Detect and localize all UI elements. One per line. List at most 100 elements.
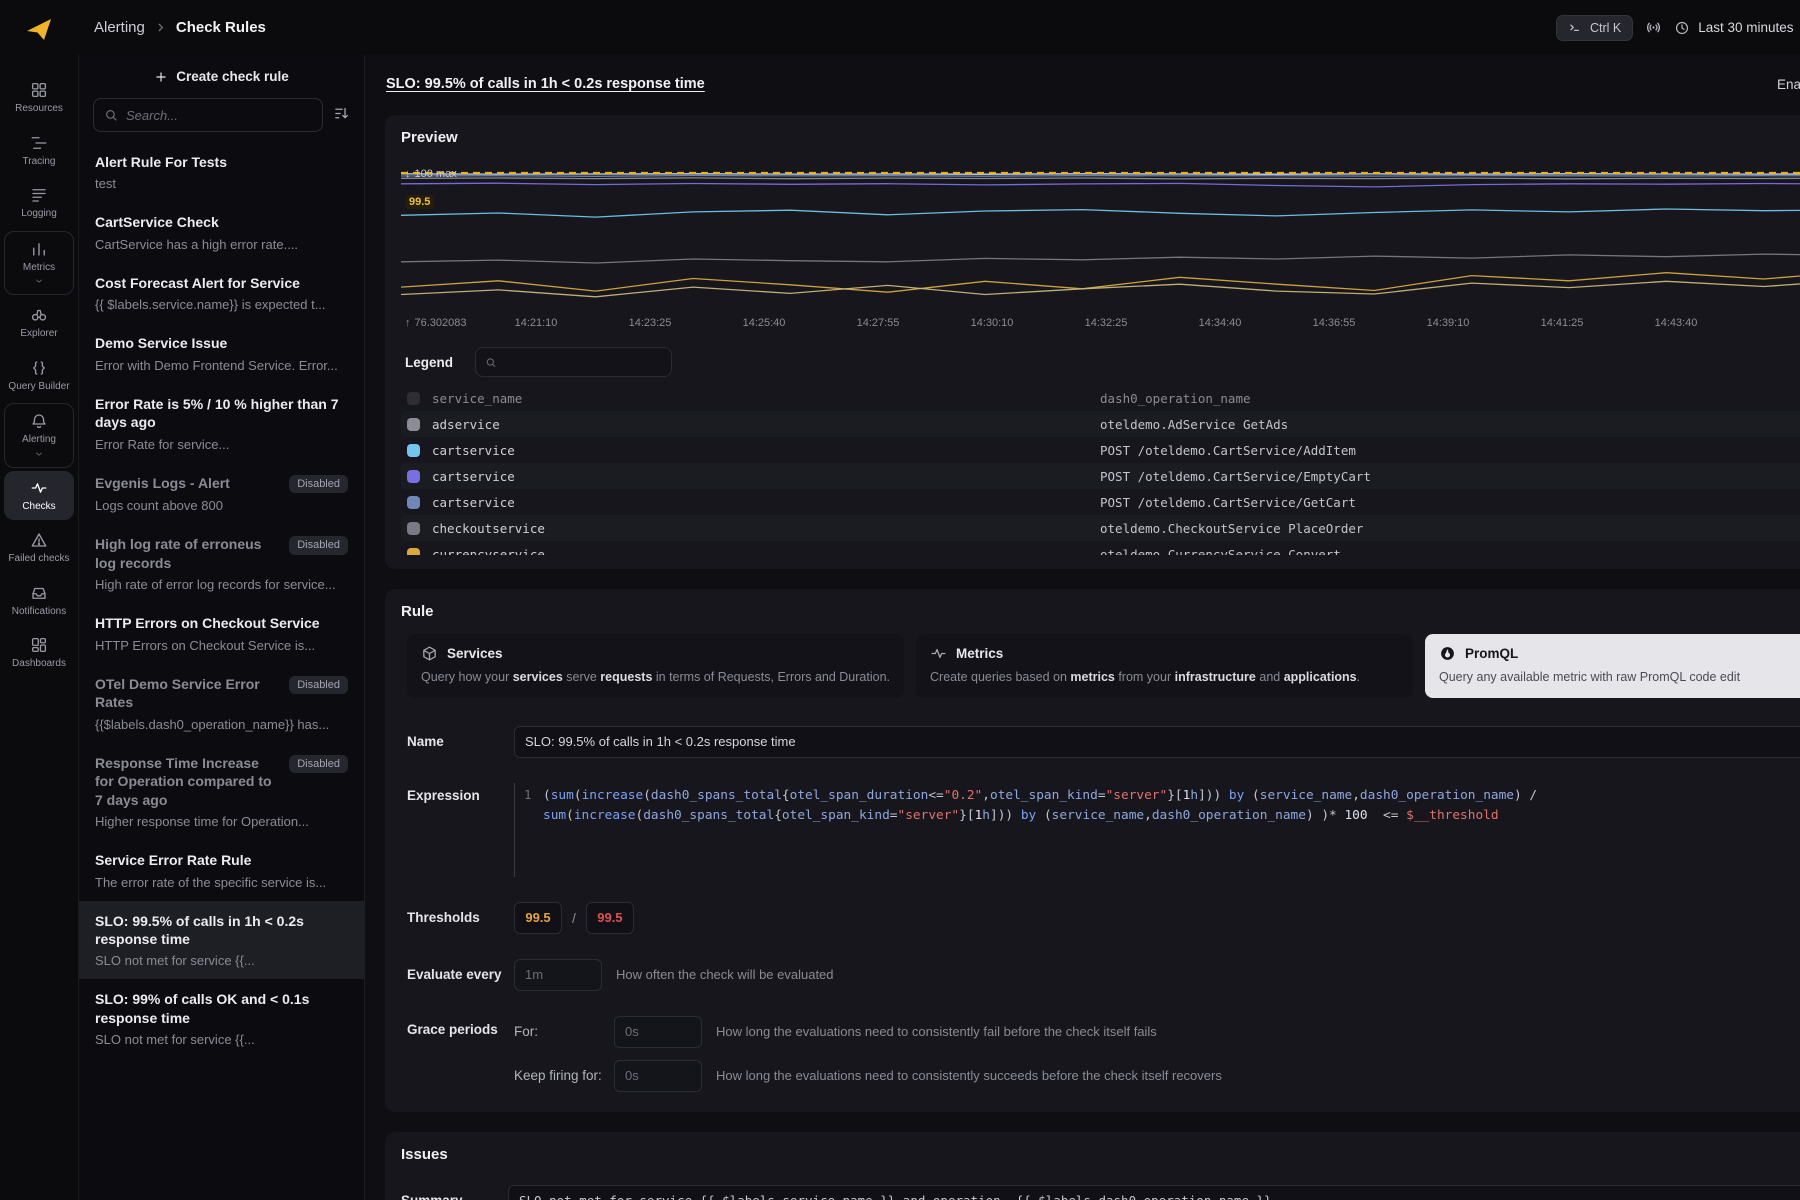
card-title: Metrics [956,646,1003,661]
x-tick-label: 14:21:10 [515,317,558,329]
rule-list-item[interactable]: Cost Forecast Alert for Service{{ $label… [79,263,364,323]
rule-item-title: Alert Rule For Tests [95,153,227,171]
rule-item-subtitle: test [95,176,348,191]
page-title[interactable]: SLO: 99.5% of calls in 1h < 0.2s respons… [386,76,705,92]
legend-row[interactable]: cartservicePOST /oteldemo.CartService/Em… [401,463,1800,489]
sort-button[interactable] [333,105,350,125]
threshold-degraded-input[interactable] [514,902,562,934]
legend-table: service_namedash0_operation_nameadservic… [401,385,1800,555]
query-type-cards: ServicesQuery how your services serve re… [407,634,1800,698]
card-description: Query how your services serve requests i… [421,668,890,687]
threshold-failed-input[interactable] [586,902,634,934]
sidebar-item-dashboards[interactable]: Dashboards [4,628,74,678]
legend-row[interactable]: cartservicePOST /oteldemo.CartService/Ge… [401,489,1800,515]
issues-heading: Issues [401,1146,1800,1163]
sidebar-item-logging[interactable]: Logging [4,178,74,228]
card-description: Create queries based on metrics from you… [930,668,1399,687]
evaluate-input[interactable] [514,959,602,991]
create-check-rule-button[interactable]: Create check rule [154,69,289,84]
sidebar-item-tracing[interactable]: Tracing [4,126,74,176]
rule-list-item[interactable]: Response Time Increase for Operation com… [79,743,364,840]
broadcast-button[interactable] [1645,19,1662,36]
legend-row[interactable]: checkoutserviceoteldemo.CheckoutService … [401,515,1800,541]
rule-list-item[interactable]: Service Error Rate RuleThe error rate of… [79,840,364,900]
app-root: ResourcesTracingLoggingMetricsExplorerQu… [0,0,1800,1200]
series-color-swatch [407,418,420,431]
rule-list-item[interactable]: Evgenis Logs - AlertDisabledLogs count a… [79,463,364,525]
sidebar-item-label: Tracing [23,156,56,168]
nav-items: Resources Tracing LoggingMetrics Explorer Qu… [0,73,78,678]
breadcrumb-alerting[interactable]: Alerting [94,19,145,36]
promql-editor[interactable]: 1 (sum(increase(dash0_spans_total{otel_s… [514,783,1800,877]
sidebar-item-checks[interactable]: Checks [4,471,74,521]
sidebar-item-explorer[interactable]: Explorer [4,298,74,348]
grace-row-input[interactable] [614,1016,702,1048]
grace-row-help: How long the evaluations need to consist… [716,1024,1157,1039]
legend-row[interactable]: adserviceoteldemo.AdService GetAds [401,411,1800,437]
search-icon [485,356,497,369]
sidebar-item-failed-checks[interactable]: Failed checks [4,523,74,573]
summary-input[interactable] [508,1185,1800,1200]
legend-operation-name: POST /oteldemo.CartService/AddItem [1100,443,1356,458]
x-tick-label: 14:39:10 [1427,317,1470,329]
sidebar-item-label: Dashboards [12,658,66,670]
name-label: Name [407,734,514,749]
grace-row-input[interactable] [614,1060,702,1092]
rule-search-input[interactable] [126,108,312,123]
sidebar-item-notifications[interactable]: Notifications [4,576,74,626]
legend-service-name: cartservice [432,495,1100,510]
rule-item-subtitle: {{ $labels.service.name}} is expected t.… [95,297,348,312]
rule-list-item[interactable]: SLO: 99.5% of calls in 1h < 0.2s respons… [79,901,364,980]
rule-item-subtitle: CartService has a high error rate.... [95,237,348,252]
content-column: Alerting Check Rules Ctrl K Last 3 [78,0,1800,1200]
sidebar-item-metrics[interactable]: Metrics [4,231,74,296]
query-type-card-services[interactable]: ServicesQuery how your services serve re… [407,634,904,698]
rule-list-item[interactable]: CartService CheckCartService has a high … [79,202,364,262]
line-number-gutter: 1 [515,785,543,877]
sidebar-item-alerting[interactable]: Alerting [4,403,74,468]
rule-heading: Rule [401,603,1800,620]
dash0-logo[interactable] [24,14,54,47]
legend-search-input[interactable] [505,355,662,370]
disabled-badge: Disabled [289,475,348,494]
sidebar-item-query-builder[interactable]: Query Builder [4,351,74,401]
top-header: Alerting Check Rules Ctrl K Last 3 [78,0,1800,55]
resources-icon [30,81,48,99]
rule-list-item[interactable]: Alert Rule For Tests test [79,142,364,202]
cube-icon [421,645,438,662]
legend-row[interactable]: currencyserviceoteldemo.CurrencyService … [401,541,1800,555]
rule-list-item[interactable]: HTTP Errors on Checkout ServiceHTTP Erro… [79,603,364,663]
chevron-down-icon [34,449,44,459]
breadcrumb-check-rules[interactable]: Check Rules [176,19,266,36]
rule-list-item[interactable]: Error Rate is 5% / 10 % higher than 7 da… [79,384,364,463]
sidebar-item-resources[interactable]: Resources [4,73,74,123]
query-type-card-promql[interactable]: PromQLQuery any available metric with ra… [1425,634,1800,698]
query-type-card-metrics[interactable]: Metrics Create queries based on metrics f… [916,634,1413,698]
grace-period-list: For:How long the evaluations need to con… [514,1016,1222,1092]
rule-item-title: Response Time Increase for Operation com… [95,754,281,809]
summary-row: Summary [401,1185,1800,1200]
threshold-separator: / [572,910,576,926]
name-input[interactable] [514,726,1800,758]
query-builder-icon [30,359,48,377]
sidebar-item-label: Explorer [20,328,57,340]
disabled-badge: Disabled [289,676,348,695]
rule-item-subtitle: SLO not met for service {{... [95,1032,348,1047]
rule-item-subtitle: HTTP Errors on Checkout Service is... [95,638,348,653]
broadcast-icon [1645,19,1662,36]
chevron-right-icon [154,21,167,34]
thresholds-row: Thresholds / [407,902,1800,934]
rule-list-item[interactable]: High log rate of erroneus log recordsDis… [79,524,364,603]
command-palette-button[interactable]: Ctrl K [1556,15,1633,41]
content-row: Create check rule Alert Rule For Tests te… [78,55,1800,1200]
rule-item-title: High log rate of erroneus log records [95,535,281,572]
rule-list-item[interactable]: SLO: 99% of calls OK and < 0.1s response… [79,979,364,1058]
grace-periods-label: Grace periods [407,1016,514,1037]
rule-list-item[interactable]: Demo Service IssueError with Demo Fronte… [79,323,364,383]
rule-list-item[interactable]: OTel Demo Service Error RatesDisabled{{$… [79,664,364,743]
legend-select-all-swatch[interactable] [407,392,420,405]
time-range-picker[interactable]: Last 30 minutes [1674,20,1800,36]
failed-checks-icon [30,531,48,549]
legend-row[interactable]: cartservicePOST /oteldemo.CartService/Ad… [401,437,1800,463]
rule-title-row: SLO: 99.5% of calls in 1h < 0.2s respons… [365,55,1800,113]
